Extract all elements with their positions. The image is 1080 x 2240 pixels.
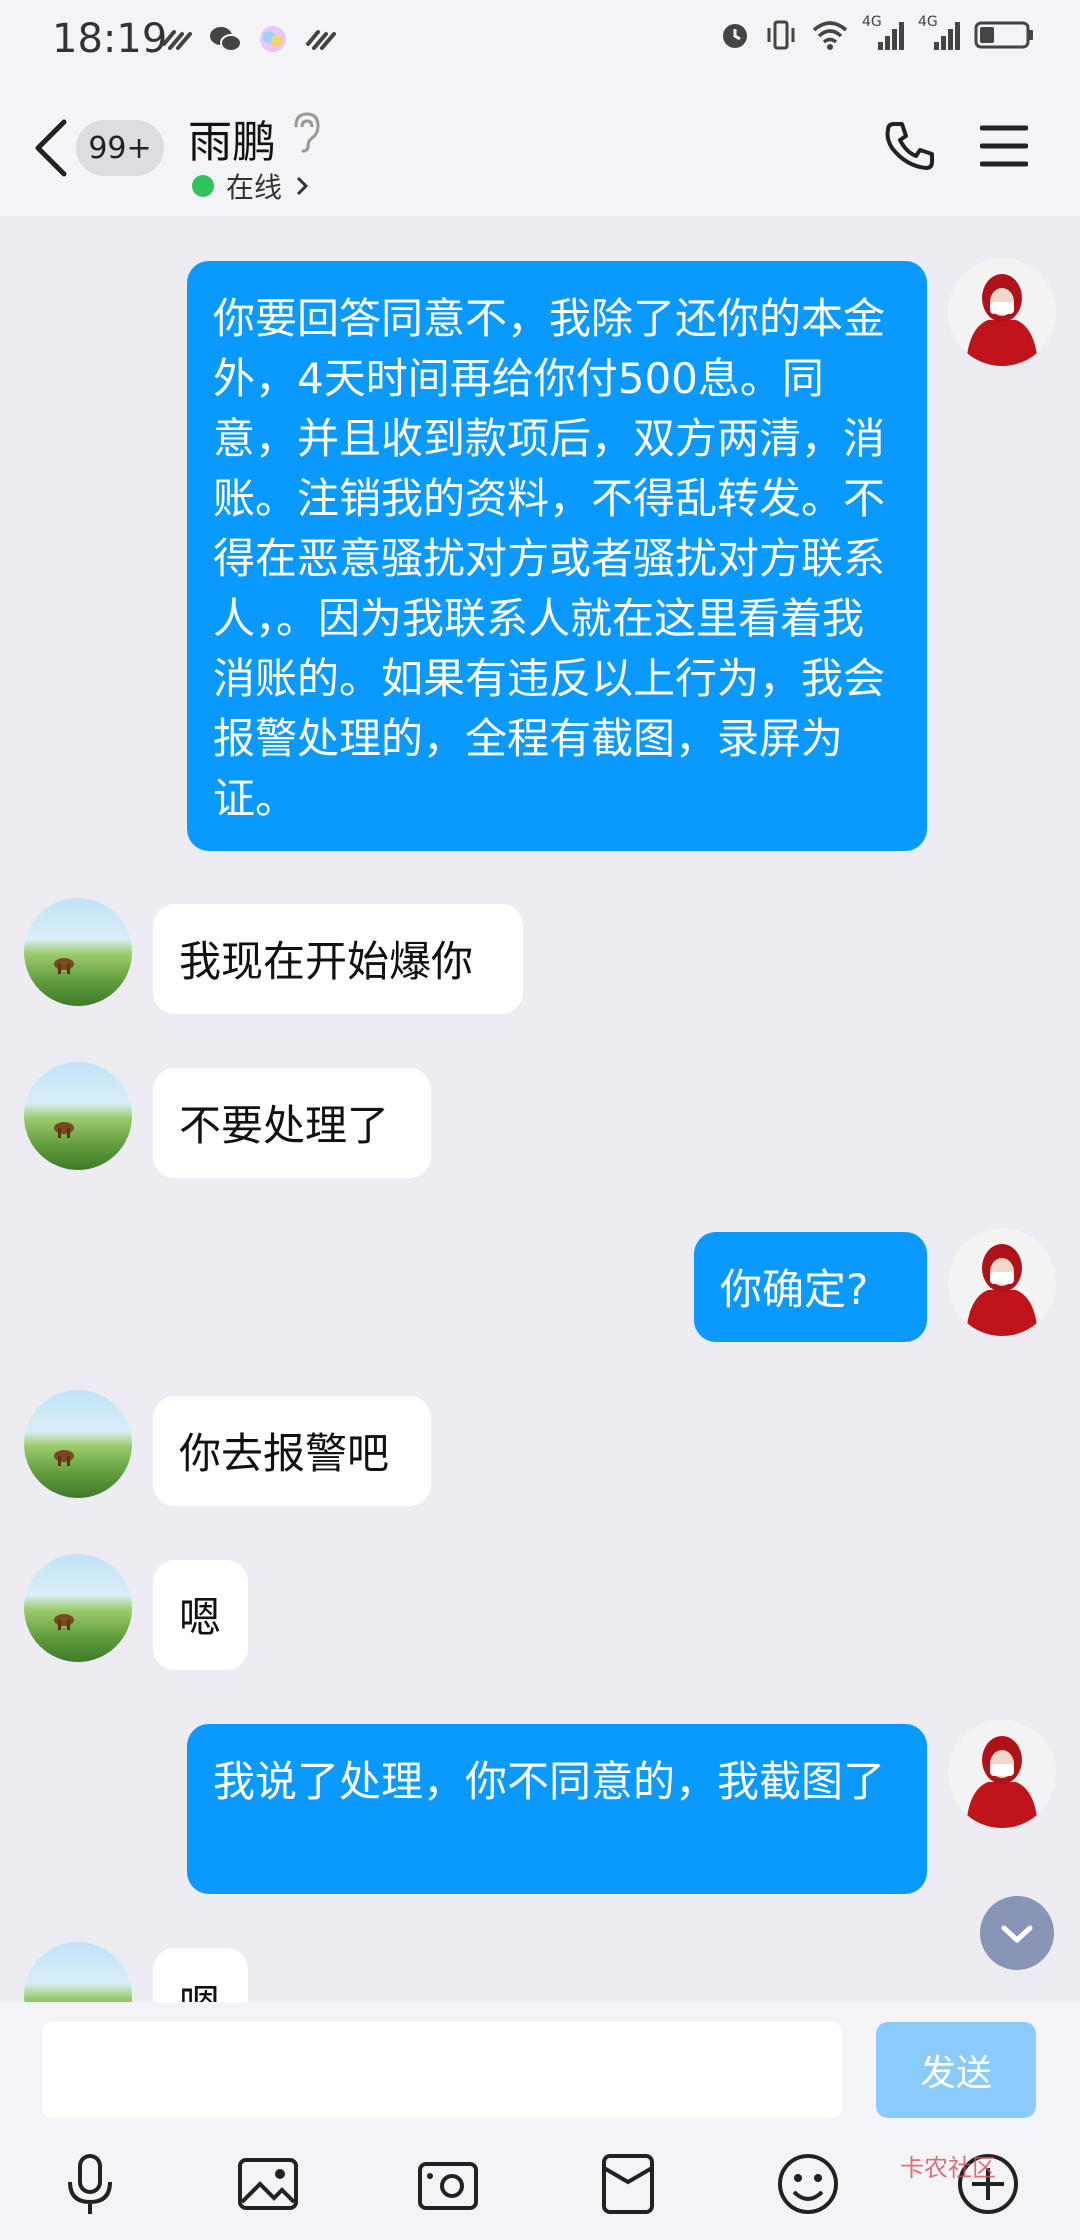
menu-icon[interactable] <box>980 124 1028 168</box>
send-button[interactable]: 发送 <box>876 2022 1036 2118</box>
signal-icon: 4G <box>918 14 962 52</box>
red-packet-icon[interactable] <box>596 2152 660 2216</box>
app-notification-icon <box>306 30 336 50</box>
contact-avatar[interactable] <box>24 1390 132 1498</box>
input-bar: 发送 <box>0 2002 1080 2240</box>
unread-badge[interactable]: 99+ <box>76 120 164 176</box>
alarm-icon <box>723 24 747 48</box>
online-status[interactable]: 在线 <box>192 166 310 206</box>
contact-avatar[interactable] <box>24 898 132 1006</box>
online-dot-icon <box>192 175 214 197</box>
clock: 18:19 <box>52 16 168 62</box>
camera-icon[interactable] <box>416 2152 480 2216</box>
image-icon[interactable] <box>236 2152 300 2216</box>
color-circle-icon <box>260 26 286 52</box>
my-avatar[interactable] <box>948 1720 1056 1828</box>
my-avatar[interactable] <box>948 258 1056 366</box>
scroll-to-bottom-button[interactable] <box>980 1896 1054 1970</box>
message-bubble-received[interactable]: 不要处理了 <box>153 1068 431 1178</box>
my-avatar[interactable] <box>948 1228 1056 1336</box>
message-bubble-sent[interactable]: 你确定? <box>694 1232 927 1342</box>
chat-header: 99+ 雨鹏 在线 <box>0 80 1080 216</box>
wechat-icon <box>210 27 242 52</box>
message-bubble-received[interactable]: 你去报警吧 <box>153 1396 431 1506</box>
system-icons: 4G 4G <box>718 14 1034 52</box>
online-status-label: 在线 <box>226 171 283 204</box>
vibrate-icon <box>767 20 795 50</box>
watermark: 卡农社区 <box>900 2154 996 2182</box>
signal-icon: 4G <box>862 14 906 52</box>
contact-name[interactable]: 雨鹏 <box>188 106 276 170</box>
message-bubble-received[interactable]: 嗯 <box>153 1948 248 2002</box>
message-bubble-received[interactable]: 嗯 <box>153 1560 248 1670</box>
chevron-right-icon <box>296 176 309 196</box>
emoji-icon[interactable] <box>776 2152 840 2216</box>
status-bar: 18:19 4G 4G <box>0 0 1080 80</box>
chevron-down-icon <box>1001 1925 1033 1943</box>
message-bubble-sent[interactable]: 我说了处理，你不同意的，我截图了 <box>187 1724 927 1894</box>
back-arrow-icon[interactable] <box>30 116 74 180</box>
battery-icon <box>974 21 1033 49</box>
wifi-icon <box>812 21 848 50</box>
message-input[interactable] <box>42 2022 842 2118</box>
phone-call-icon[interactable] <box>882 118 938 174</box>
message-bubble-sent[interactable]: 你要回答同意不，我除了还你的本金外，4天时间再给你付500息。同意，并且收到款项… <box>187 261 927 851</box>
contact-avatar[interactable] <box>24 1554 132 1662</box>
ear-icon[interactable] <box>288 110 324 154</box>
mic-icon[interactable] <box>58 2152 122 2216</box>
message-bubble-received[interactable]: 我现在开始爆你 <box>153 904 523 1014</box>
app-notification-icon <box>162 30 192 50</box>
message-list[interactable]: 你要回答同意不，我除了还你的本金外，4天时间再给你付500息。同意，并且收到款项… <box>0 216 1080 2002</box>
contact-avatar[interactable] <box>24 1062 132 1170</box>
contact-avatar[interactable] <box>24 1942 132 2002</box>
notification-icons <box>160 22 338 56</box>
